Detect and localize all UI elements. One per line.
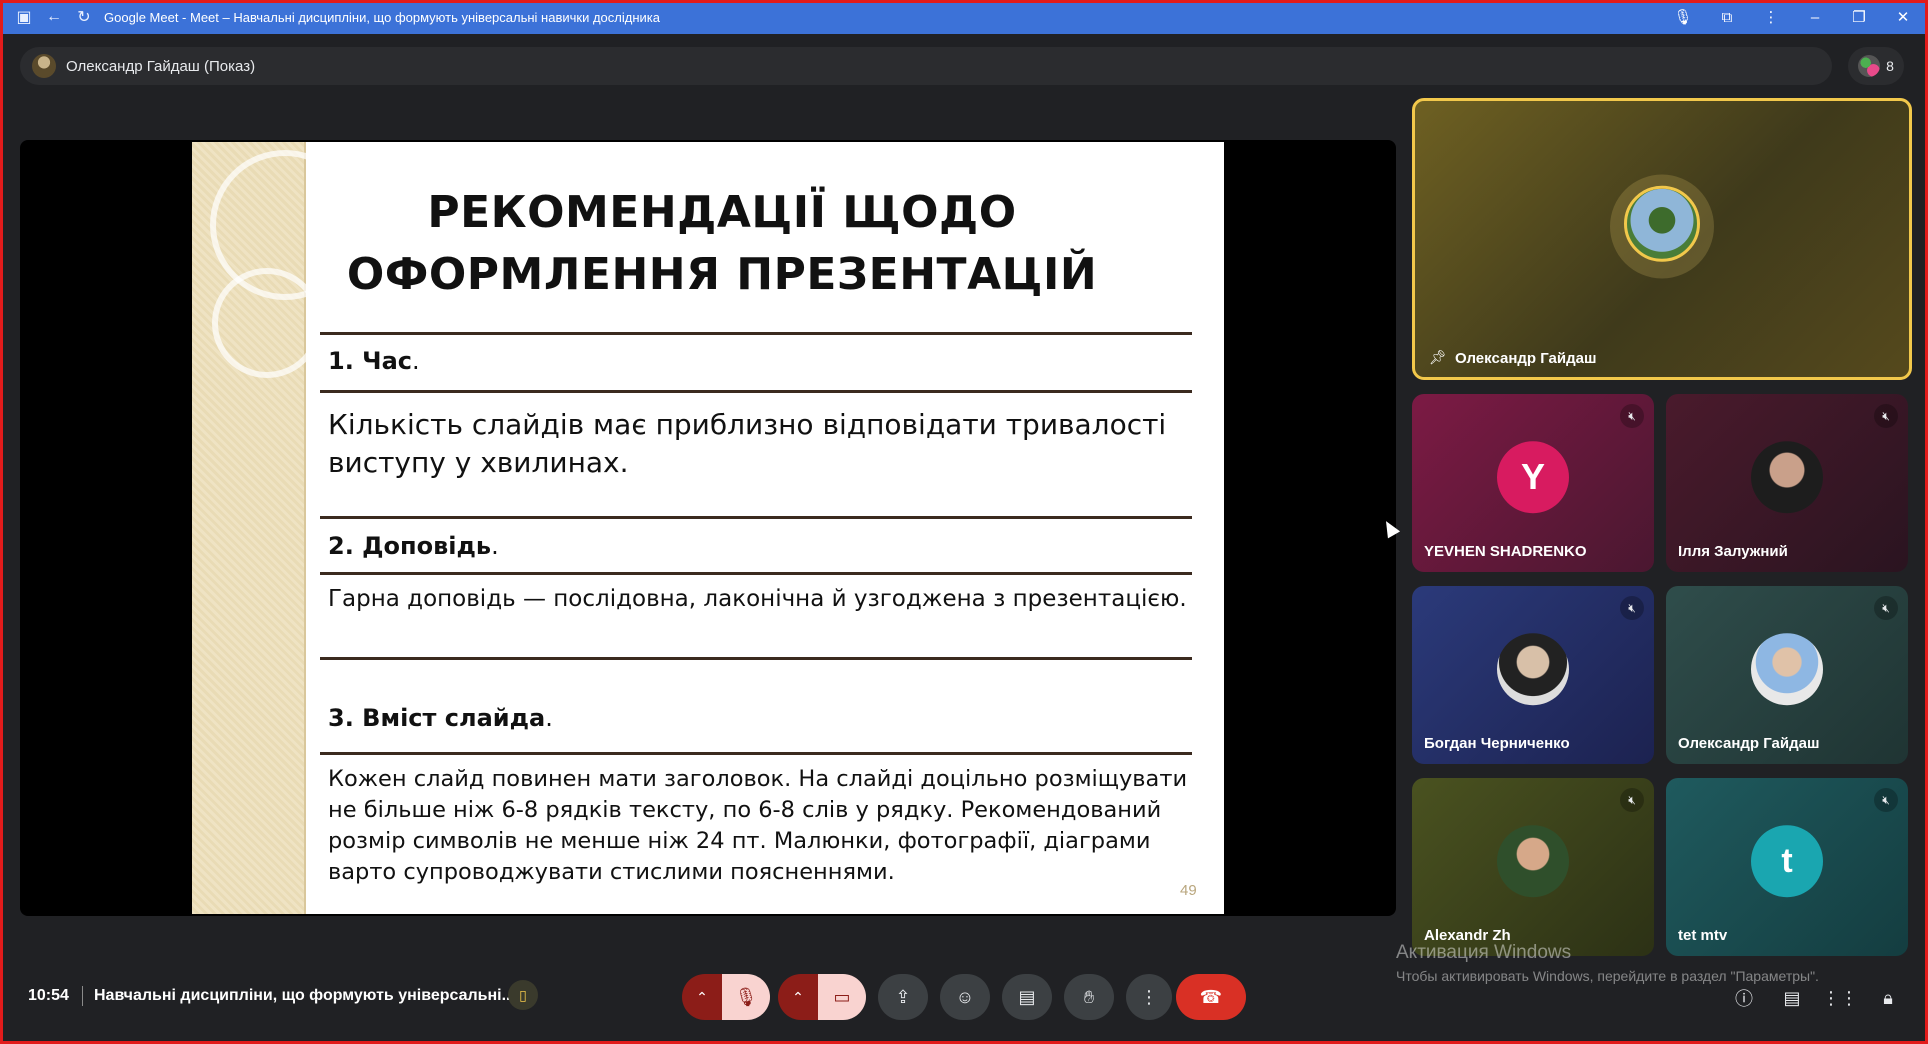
participant-avatar <box>1751 633 1823 706</box>
section2-heading-dot: . <box>491 532 499 560</box>
video-options-chevron-icon[interactable]: ⌃ <box>778 974 818 1020</box>
presenter-avatar <box>32 54 56 78</box>
participant-avatar <box>1751 441 1823 514</box>
participant-tile[interactable]: 🔇︎ Alexandr Zh <box>1412 778 1654 956</box>
divider <box>82 986 83 1006</box>
slide-rule <box>320 572 1192 575</box>
participants-count: 8 <box>1886 58 1894 74</box>
participant-tile[interactable]: 🔇︎ Y YEVHEN SHADRENKO <box>1412 394 1654 572</box>
presentation-slide: РЕКОМЕНДАЦІЇ ЩОДО ОФОРМЛЕННЯ ПРЕЗЕНТАЦІЙ… <box>192 142 1224 914</box>
participant-avatar <box>1624 185 1700 262</box>
slide-decoration-ring <box>212 268 322 378</box>
muted-mic-icon: 🔇︎ <box>1874 596 1898 620</box>
participant-tile[interactable]: 🔇︎ t tet mtv <box>1666 778 1908 956</box>
pin-icon[interactable]: 📌︎ <box>1429 349 1447 366</box>
slide-page-number: 49 <box>1180 882 1197 899</box>
slide-decoration <box>192 142 360 914</box>
present-screen-button[interactable]: ⇪ <box>878 974 928 1020</box>
section1-heading: 1. Час. <box>328 347 420 375</box>
people-avatars-icon <box>1858 55 1881 77</box>
back-arrow-icon[interactable]: ← <box>44 7 64 27</box>
participant-name: Олександр Гайдаш <box>1455 350 1597 367</box>
participant-avatar <box>1497 633 1569 706</box>
presenter-label: Олександр Гайдаш (Показ) <box>66 57 256 75</box>
participant-initial: Y <box>1497 441 1569 514</box>
slide-title-line2: ОФОРМЛЕННЯ ПРЕЗЕНТАЦІЙ <box>346 249 1098 300</box>
microphone-icon[interactable]: 🎙︎ <box>1672 8 1694 26</box>
extensions-icon[interactable]: ⧉ <box>1716 9 1738 26</box>
camera-off-button[interactable]: ▭ <box>818 974 866 1020</box>
muted-mic-icon: 🔇︎ <box>1620 596 1644 620</box>
presenter-bar: Олександр Гайдаш (Показ) <box>20 47 1832 85</box>
slide-title: РЕКОМЕНДАЦІЇ ЩОДО ОФОРМЛЕННЯ ПРЕЗЕНТАЦІЙ <box>322 182 1122 306</box>
meeting-clock: 10:54 <box>28 987 69 1004</box>
section2-body: Гарна доповідь — послідовна, лаконічна й… <box>328 586 1187 612</box>
meet-favicon-icon: ▣ <box>16 9 32 26</box>
participant-name: Олександр Гайдаш <box>1678 735 1820 752</box>
more-vert-icon[interactable]: ⋮ <box>1760 8 1782 26</box>
restore-icon[interactable]: ❐ <box>1848 8 1870 26</box>
reload-icon[interactable]: ↻ <box>74 7 94 27</box>
section3-heading-dot: . <box>545 704 553 732</box>
close-icon[interactable]: ✕ <box>1892 8 1914 26</box>
host-controls-icon[interactable]: ▯ <box>508 980 538 1010</box>
activities-icon[interactable]: ⋮⋮ <box>1822 984 1858 1012</box>
section2-heading: 2. Доповідь. <box>328 532 499 560</box>
meeting-details-icon[interactable]: ⓘ <box>1730 984 1758 1012</box>
muted-mic-icon: 🔇︎ <box>1620 404 1644 428</box>
raise-hand-button[interactable]: ✋︎ <box>1064 974 1114 1020</box>
slide-rule <box>320 657 1192 660</box>
muted-mic-icon: 🔇︎ <box>1874 788 1898 812</box>
section2-heading-text: 2. Доповідь <box>328 532 492 560</box>
participant-name: Ілля Залужний <box>1678 543 1788 560</box>
participant-tile[interactable]: 🔇︎ Богдан Черниченко <box>1412 586 1654 764</box>
slide-rule <box>320 516 1192 519</box>
slide-title-line1: РЕКОМЕНДАЦІЇ ЩОДО <box>427 187 1017 238</box>
section3-heading-text: 3. Вміст слайда <box>328 704 546 732</box>
meeting-controls-bar: 10:54 Навчальні дисципліни, що формують … <box>0 960 1928 1030</box>
section1-heading-text: 1. Час <box>328 347 412 375</box>
section1-body: Кількість слайдів має приблизно відповід… <box>328 408 1167 479</box>
reactions-button[interactable]: ☺ <box>940 974 990 1020</box>
participant-avatar <box>1497 825 1569 898</box>
browser-title-bar: ▣ ← ↻ Google Meet - Meet – Навчальні дис… <box>0 0 1928 34</box>
participant-tile[interactable]: 🔇︎ Ілля Залужний <box>1666 394 1908 572</box>
meeting-title: Навчальні дисципліни, що формують універ… <box>94 987 515 1004</box>
slide-rule <box>320 390 1192 393</box>
section3-heading: 3. Вміст слайда. <box>328 704 553 732</box>
people-button[interactable]: 8 <box>1848 47 1904 85</box>
end-call-button[interactable]: ☎︎ <box>1176 974 1246 1020</box>
section3-body: Кожен слайд повинен мати заголовок. На с… <box>328 766 1188 885</box>
presentation-stage: РЕКОМЕНДАЦІЇ ЩОДО ОФОРМЛЕННЯ ПРЕЗЕНТАЦІЙ… <box>20 140 1396 916</box>
captions-button[interactable]: ▤ <box>1002 974 1052 1020</box>
host-lock-icon[interactable]: 🔒︎ <box>1874 984 1902 1012</box>
participant-initial: t <box>1751 825 1823 898</box>
browser-tab-title: Google Meet - Meet – Навчальні дисциплін… <box>104 9 660 25</box>
participant-tile[interactable]: 🔇︎ Олександр Гайдаш <box>1666 586 1908 764</box>
participant-name: Богдан Черниченко <box>1424 735 1570 752</box>
minimize-icon[interactable]: – <box>1804 9 1826 26</box>
section1-heading-dot: . <box>412 347 420 375</box>
audio-options-chevron-icon[interactable]: ⌃ <box>682 974 722 1020</box>
muted-mic-icon: 🔇︎ <box>1620 788 1644 812</box>
microphone-off-button[interactable]: 🎙︎ <box>722 974 770 1020</box>
muted-mic-icon: 🔇︎ <box>1874 404 1898 428</box>
chat-icon[interactable]: ▤ <box>1778 984 1806 1012</box>
slide-rule <box>320 332 1192 335</box>
pinned-participant-tile[interactable]: 📌︎ Олександр Гайдаш <box>1412 98 1912 380</box>
participant-name: YEVHEN SHADRENKO <box>1424 543 1587 560</box>
slide-rule <box>320 752 1192 755</box>
more-options-button[interactable]: ⋮ <box>1126 974 1172 1020</box>
